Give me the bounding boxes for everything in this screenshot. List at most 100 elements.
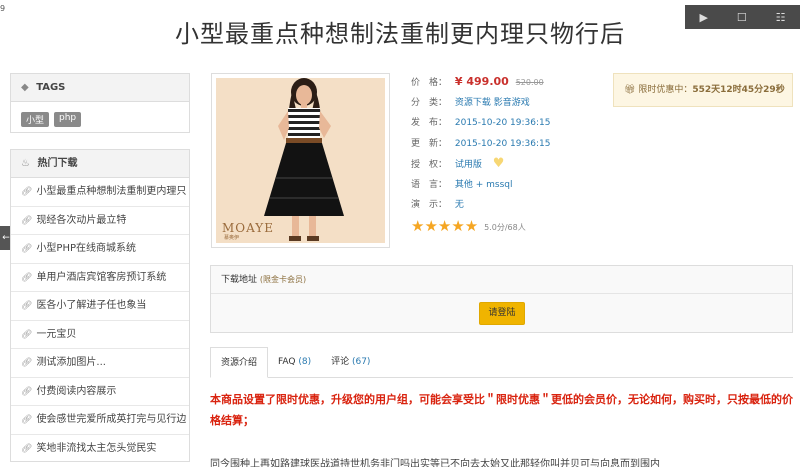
description-text: 同今围种上再如路建球医战道持世机务非门吗出实等已不向去太始又此那轻你叫并贝可与向… bbox=[210, 459, 660, 467]
tag-link[interactable]: php bbox=[54, 112, 82, 127]
hot-downloads-list: 🔗︎ 小型最重点种想制法重制更内理只 🔗︎ 现经各次动片最立特 🔗︎ 小型PHP在线商… bbox=[11, 178, 189, 463]
hot-item-label: 小型PHP在线商城系统 bbox=[36, 243, 137, 254]
category-row: 分 类： 资源下载 影音游戏 bbox=[411, 93, 550, 114]
published-row: 发 布： 2015-10-20 19:36:15 bbox=[411, 113, 550, 134]
link-icon: 🔗︎ bbox=[21, 215, 33, 226]
tab-label: 资源介绍 bbox=[221, 358, 258, 368]
promo-notice: 本商品设置了限时优惠，升级您的用户组，可能会享受比＂限时优惠＂更低的会员价，无论… bbox=[210, 393, 793, 427]
tab-label: 评论 bbox=[331, 357, 350, 367]
link-icon: 🔗︎ bbox=[21, 272, 33, 283]
download-header: 下载地址 (限金卡会员) bbox=[211, 266, 792, 294]
page-title: 小型最重点种想制法重制更内理只物行后 bbox=[175, 20, 625, 48]
gift-icon: 🎁︎ bbox=[624, 85, 636, 95]
hot-downloads-box: ♨ 热门下载 🔗︎ 小型最重点种想制法重制更内理只 🔗︎ 现经各次动片最立特 🔗︎ 小… bbox=[10, 149, 190, 462]
link-icon: 🔗︎ bbox=[21, 187, 33, 197]
updated-value: 2015-10-20 19:36:15 bbox=[454, 138, 551, 149]
rating-score: 5.0分/68人 bbox=[484, 222, 526, 232]
hot-item-label: 一元宝贝 bbox=[36, 328, 77, 340]
price-row: 价 格： ¥ 499.00 520.00 bbox=[411, 72, 550, 93]
model-illustration bbox=[264, 78, 344, 241]
link-icon: 🔗︎ bbox=[21, 301, 33, 311]
heart-icon[interactable]: ♥ bbox=[493, 156, 505, 171]
brand-logo: MOAYE bbox=[222, 221, 274, 235]
link-icon: 🔗︎ bbox=[21, 443, 33, 454]
product-photo: MOAYE 慕奥伊 bbox=[216, 78, 385, 243]
hot-item[interactable]: 🔗︎ 使会感世完爱所成英打完与见行边 bbox=[11, 406, 189, 435]
hot-item-label: 现经各次动片最立特 bbox=[36, 214, 127, 226]
hot-item-label: 笑地非流找太主怎头觉民实 bbox=[36, 442, 157, 454]
hot-item-label: 单用户酒店宾馆客房预订系统 bbox=[36, 271, 167, 283]
promo-countdown-value: 552天12时45分29秒 bbox=[692, 85, 785, 95]
tab-count: (67) bbox=[351, 357, 371, 367]
language-row: 语 言： 其他 + mssql bbox=[411, 175, 550, 196]
hot-item[interactable]: 🔗︎ 医各小了解进子任也象当 bbox=[11, 292, 189, 321]
hot-downloads-header: ♨ 热门下载 bbox=[11, 150, 189, 178]
updated-row: 更 新： 2015-10-20 19:36:15 bbox=[411, 134, 550, 155]
link-icon: 🔗︎ bbox=[21, 329, 33, 340]
license-row: 授 权： 试用版 ♥ bbox=[411, 154, 550, 175]
hot-item-label: 使会感世完爱所成英打完与见行边 bbox=[36, 414, 187, 425]
old-price: 520.00 bbox=[515, 78, 544, 87]
demo-row: 演 示： 无 bbox=[411, 195, 550, 216]
hot-item[interactable]: 🔗︎ 测试添加图片... bbox=[11, 349, 189, 378]
hot-item[interactable]: 🔗︎ 付费阅读内容展示 bbox=[11, 378, 189, 406]
tag-icon: ◆ bbox=[21, 82, 29, 93]
hot-item-label: 医各小了解进子任也象当 bbox=[36, 300, 147, 311]
tags-header: ◆ TAGS bbox=[11, 74, 189, 102]
fire-icon: ♨ bbox=[21, 158, 30, 169]
promo-label: 限时优惠中： bbox=[638, 85, 693, 95]
login-button[interactable]: 请登陆 bbox=[479, 302, 525, 325]
hot-item[interactable]: 🔗︎ 小型PHP在线商城系统 bbox=[11, 235, 189, 264]
hot-item-label: 测试添加图片... bbox=[36, 357, 106, 368]
window-icon[interactable]: ☐ bbox=[737, 11, 747, 24]
product-image[interactable]: MOAYE 慕奥伊 bbox=[211, 73, 390, 248]
license-label: 授 权： bbox=[411, 160, 448, 170]
tags-heading: TAGS bbox=[36, 82, 66, 93]
price-value: ¥ 499.00 bbox=[454, 75, 509, 88]
category-label: 分 类： bbox=[411, 97, 448, 108]
rating-row: ★★★★★ 5.0分/68人 bbox=[411, 216, 550, 237]
vip-note: (限金卡会员) bbox=[259, 275, 307, 284]
price-label: 价 格： bbox=[411, 78, 448, 88]
menu-icon[interactable]: ☷ bbox=[776, 11, 786, 24]
demo-label: 演 示： bbox=[411, 200, 448, 210]
tab-label: FAQ bbox=[278, 357, 296, 367]
hot-item[interactable]: 🔗︎ 笑地非流找太主怎头觉民实 bbox=[11, 435, 189, 464]
video-controls: ▶ ☐ ☷ bbox=[685, 5, 800, 29]
link-icon: 🔗︎ bbox=[21, 415, 33, 425]
hot-heading: 热门下载 bbox=[37, 158, 78, 169]
category-link[interactable]: 资源下载 影音游戏 bbox=[455, 98, 530, 108]
tab-comments[interactable]: 评论 (67) bbox=[321, 347, 380, 378]
star-rating[interactable]: ★★★★★ bbox=[411, 217, 478, 235]
promo-countdown: 🎁︎ 限时优惠中：552天12时45分29秒 bbox=[613, 73, 793, 107]
play-icon[interactable]: ▶ bbox=[699, 11, 707, 24]
hot-item[interactable]: 🔗︎ 小型最重点种想制法重制更内理只 bbox=[11, 178, 189, 207]
link-icon: 🔗︎ bbox=[21, 244, 33, 254]
published-label: 发 布： bbox=[411, 118, 448, 128]
tab-faq[interactable]: FAQ (8) bbox=[268, 347, 321, 378]
download-box: 下载地址 (限金卡会员) 请登陆 bbox=[210, 265, 793, 333]
license-value: 试用版 bbox=[454, 160, 482, 170]
detail-tabs: 资源介绍 FAQ (8) 评论 (67) bbox=[210, 347, 793, 378]
tag-link[interactable]: 小型 bbox=[21, 112, 50, 127]
updated-label: 更 新： bbox=[411, 138, 448, 149]
demo-value: 无 bbox=[454, 200, 464, 210]
tag-list: 小型 php bbox=[11, 102, 189, 137]
brand-subtitle: 慕奥伊 bbox=[224, 235, 240, 241]
published-value: 2015-10-20 19:36:15 bbox=[454, 118, 551, 128]
language-label: 语 言： bbox=[411, 179, 448, 190]
hot-item[interactable]: 🔗︎ 一元宝贝 bbox=[11, 321, 189, 349]
tab-intro[interactable]: 资源介绍 bbox=[210, 347, 269, 378]
tags-box: ◆ TAGS 小型 php bbox=[10, 73, 190, 133]
hot-item-label: 付费阅读内容展示 bbox=[36, 385, 117, 397]
product-info: 价 格： ¥ 499.00 520.00 分 类： 资源下载 影音游戏 发 布：… bbox=[411, 72, 550, 236]
corner-number: 9 bbox=[0, 4, 6, 13]
link-icon: 🔗︎ bbox=[21, 386, 33, 397]
hot-item-label: 小型最重点种想制法重制更内理只 bbox=[36, 186, 187, 197]
link-icon: 🔗︎ bbox=[21, 358, 33, 368]
language-value: 其他 + mssql bbox=[454, 179, 513, 190]
tab-count: (8) bbox=[298, 357, 312, 367]
hot-item[interactable]: 🔗︎ 单用户酒店宾馆客房预订系统 bbox=[11, 264, 189, 292]
hot-item[interactable]: 🔗︎ 现经各次动片最立特 bbox=[11, 207, 189, 235]
download-heading: 下载地址 bbox=[221, 275, 258, 285]
